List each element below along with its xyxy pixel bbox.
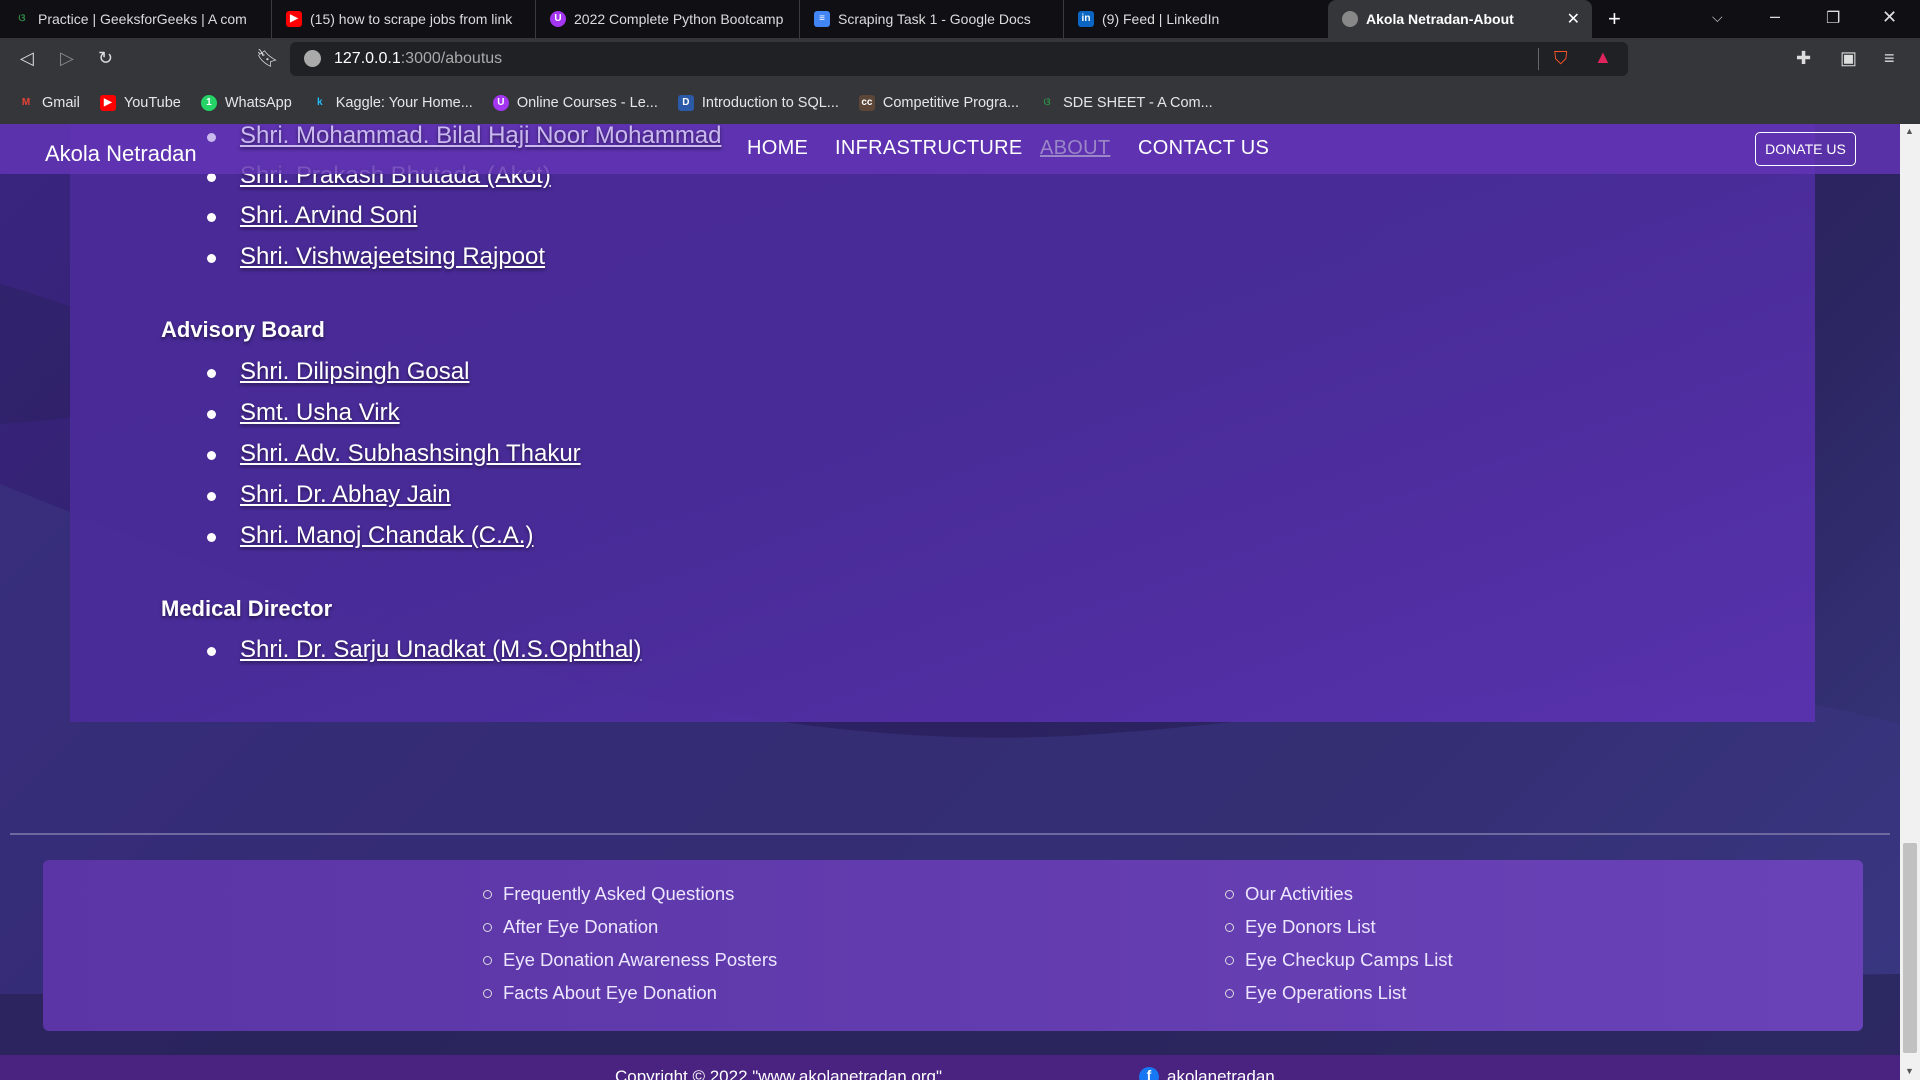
footer-link-facts[interactable]: Facts About Eye Donation xyxy=(483,982,717,1004)
forward-icon[interactable]: ▷ xyxy=(60,48,74,69)
bookmark-label: YouTube xyxy=(123,94,181,111)
advisory-member-link[interactable]: Shri. Manoj Chandak (C.A.) xyxy=(206,522,533,550)
brave-shield-icon[interactable]: ⛉ xyxy=(1554,48,1568,69)
tab-title: Scraping Task 1 - Google Docs xyxy=(838,11,1031,27)
facebook-icon[interactable]: f xyxy=(1139,1067,1159,1080)
tab-title: (15) how to scrape jobs from link xyxy=(310,11,513,27)
back-icon[interactable]: ◁ xyxy=(20,48,34,69)
globe-icon xyxy=(1342,11,1358,27)
member-link[interactable]: Shri. Vishwajeetsing Rajpoot xyxy=(206,243,545,271)
close-window-icon[interactable]: ✕ xyxy=(1882,7,1897,28)
address-bar[interactable]: 127.0.0.1:3000/aboutus ⛉ ▲ xyxy=(290,42,1628,76)
close-tab-icon[interactable]: ✕ xyxy=(1567,9,1580,29)
bookmark-sde-sheet[interactable]: ଓ SDE SHEET - A Com... xyxy=(1039,95,1213,111)
bookmark-label: Competitive Progra... xyxy=(882,94,1020,111)
advisory-member-link[interactable]: Shri. Adv. Subhashsingh Thakur xyxy=(207,440,581,468)
donate-button[interactable]: DONATE US xyxy=(1755,132,1856,166)
wallet-icon[interactable]: ▣ xyxy=(1840,48,1857,69)
browser-tab[interactable]: U 2022 Complete Python Bootcamp xyxy=(536,0,800,38)
bookmark-label: Kaggle: Your Home... xyxy=(335,94,473,111)
browser-tab[interactable]: in (9) Feed | LinkedIn xyxy=(1064,0,1328,38)
whatsapp-icon: 1 xyxy=(200,94,217,111)
nav-home[interactable]: HOME xyxy=(747,137,808,160)
bookmark-codechef[interactable]: cc Competitive Progra... xyxy=(858,94,1020,111)
nav-about[interactable]: ABOUT xyxy=(1040,137,1110,160)
browser-tab[interactable]: ଓ Practice | GeeksforGeeks | A com xyxy=(0,0,272,38)
browser-tab-bar: ଓ Practice | GeeksforGeeks | A com ▶ (15) … xyxy=(0,0,1920,38)
youtube-icon: ▶ xyxy=(286,11,302,27)
advisory-member-link[interactable]: Smt. Usha Virk xyxy=(207,399,400,427)
bookmark-whatsapp[interactable]: 1 WhatsApp xyxy=(200,94,292,111)
reload-icon[interactable]: ↻ xyxy=(98,48,113,69)
gfg-icon: ଓ xyxy=(1043,96,1051,108)
bookmark-label: WhatsApp xyxy=(224,94,292,111)
url-host: 127.0.0.1 xyxy=(334,50,401,67)
scroll-down-icon[interactable]: ▼ xyxy=(1905,1066,1914,1076)
page-content: Shri. Prakash Bhutada (Akot) Shri. Arvin… xyxy=(0,124,1900,1080)
udemy-icon: U xyxy=(492,94,509,111)
datacamp-icon: D xyxy=(677,94,694,111)
linkedin-icon: in xyxy=(1078,11,1094,27)
copyright-bar: Copyright © 2022 "www.akolanetradan.org"… xyxy=(0,1055,1900,1080)
footer-link-camps[interactable]: Eye Checkup Camps List xyxy=(1225,949,1453,971)
bookmark-kaggle[interactable]: k Kaggle: Your Home... xyxy=(312,95,473,111)
minimize-icon[interactable]: – xyxy=(1770,6,1780,27)
nav-infrastructure[interactable]: INFRASTRUCTURE xyxy=(835,137,1023,160)
advisory-member-link[interactable]: Shri. Dr. Abhay Jain xyxy=(207,481,451,509)
footer-link-posters[interactable]: Eye Donation Awareness Posters xyxy=(482,949,777,971)
copyright-text: Copyright © 2022 "www.akolanetradan.org" xyxy=(615,1067,943,1080)
facebook-link[interactable]: akolanetradan xyxy=(1167,1067,1275,1080)
tab-title: Akola Netradan-About xyxy=(1366,11,1514,27)
bookmark-icon[interactable]: 🔖︎ xyxy=(256,48,279,69)
browser-tab[interactable]: ≡ Scraping Task 1 - Google Docs xyxy=(800,0,1064,38)
member-link[interactable]: Shri. Mohammad. Bilal Haji Noor Mohammad xyxy=(207,122,722,150)
scrollbar-thumb[interactable] xyxy=(1903,843,1917,1053)
bookmark-gmail[interactable]: M Gmail xyxy=(18,95,80,111)
kaggle-icon: k xyxy=(316,96,323,108)
brave-rewards-icon[interactable]: ▲ xyxy=(1594,47,1612,68)
tab-title: Practice | GeeksforGeeks | A com xyxy=(38,11,247,27)
extensions-icon[interactable]: ✚ xyxy=(1796,48,1811,69)
nav-contact[interactable]: CONTACT US xyxy=(1138,137,1269,160)
new-tab-icon[interactable]: + xyxy=(1608,6,1621,32)
tab-title: (9) Feed | LinkedIn xyxy=(1102,11,1220,27)
advisory-board-heading: Advisory Board xyxy=(161,317,325,342)
bookmark-label: Online Courses - Le... xyxy=(516,94,658,111)
footer-link-activities[interactable]: Our Activities xyxy=(1225,883,1353,905)
scroll-up-icon[interactable]: ▲ xyxy=(1905,126,1914,136)
footer-link-operations[interactable]: Eye Operations List xyxy=(1224,982,1406,1004)
udemy-icon: U xyxy=(550,11,566,27)
advisory-member-link[interactable]: Shri. Dilipsingh Gosal xyxy=(206,358,469,386)
brand-logo[interactable]: Akola Netradan xyxy=(45,141,197,167)
footer-links-panel: Frequently Asked Questions After Eye Don… xyxy=(43,860,1863,1031)
footer-link-donors[interactable]: Eye Donors List xyxy=(1225,916,1376,938)
member-link[interactable]: Shri. Arvind Soni xyxy=(206,202,417,230)
browser-tab[interactable]: ▶ (15) how to scrape jobs from link xyxy=(272,0,536,38)
bookmark-udemy[interactable]: U Online Courses - Le... xyxy=(492,94,658,111)
footer-link-faq[interactable]: Frequently Asked Questions xyxy=(482,883,734,905)
menu-icon[interactable]: ≡ xyxy=(1884,48,1895,69)
restore-icon[interactable]: ❐ xyxy=(1826,8,1840,28)
footer-divider xyxy=(10,833,1890,835)
bookmark-label: Gmail xyxy=(42,94,80,111)
bookmarks-bar: M Gmail ▶ YouTube 1 WhatsApp k Kaggle: Your … xyxy=(0,81,1920,124)
bookmark-label: Introduction to SQL... xyxy=(701,94,839,111)
bookmark-datacamp[interactable]: D Introduction to SQL... xyxy=(677,94,839,111)
docs-icon: ≡ xyxy=(814,11,830,27)
info-icon[interactable] xyxy=(304,50,321,67)
bookmark-label: SDE SHEET - A Com... xyxy=(1063,94,1213,111)
footer-link-after-donation[interactable]: After Eye Donation xyxy=(482,916,658,938)
gfg-icon: ଓ xyxy=(18,13,26,24)
medical-director-link[interactable]: Shri. Dr. Sarju Unadkat (M.S.Ophthal) xyxy=(206,636,641,664)
url-path: :3000/aboutus xyxy=(400,50,503,67)
bookmark-youtube[interactable]: ▶ YouTube xyxy=(99,94,181,111)
gmail-icon: M xyxy=(21,96,31,108)
medical-director-heading: Medical Director xyxy=(161,596,333,621)
tab-title: 2022 Complete Python Bootcamp xyxy=(574,11,784,27)
tab-search-icon[interactable]: ⌵ xyxy=(1712,9,1723,26)
codechef-icon: cc xyxy=(858,94,875,111)
youtube-icon: ▶ xyxy=(99,94,116,111)
browser-tab-active[interactable]: Akola Netradan-About ✕ xyxy=(1328,0,1592,38)
